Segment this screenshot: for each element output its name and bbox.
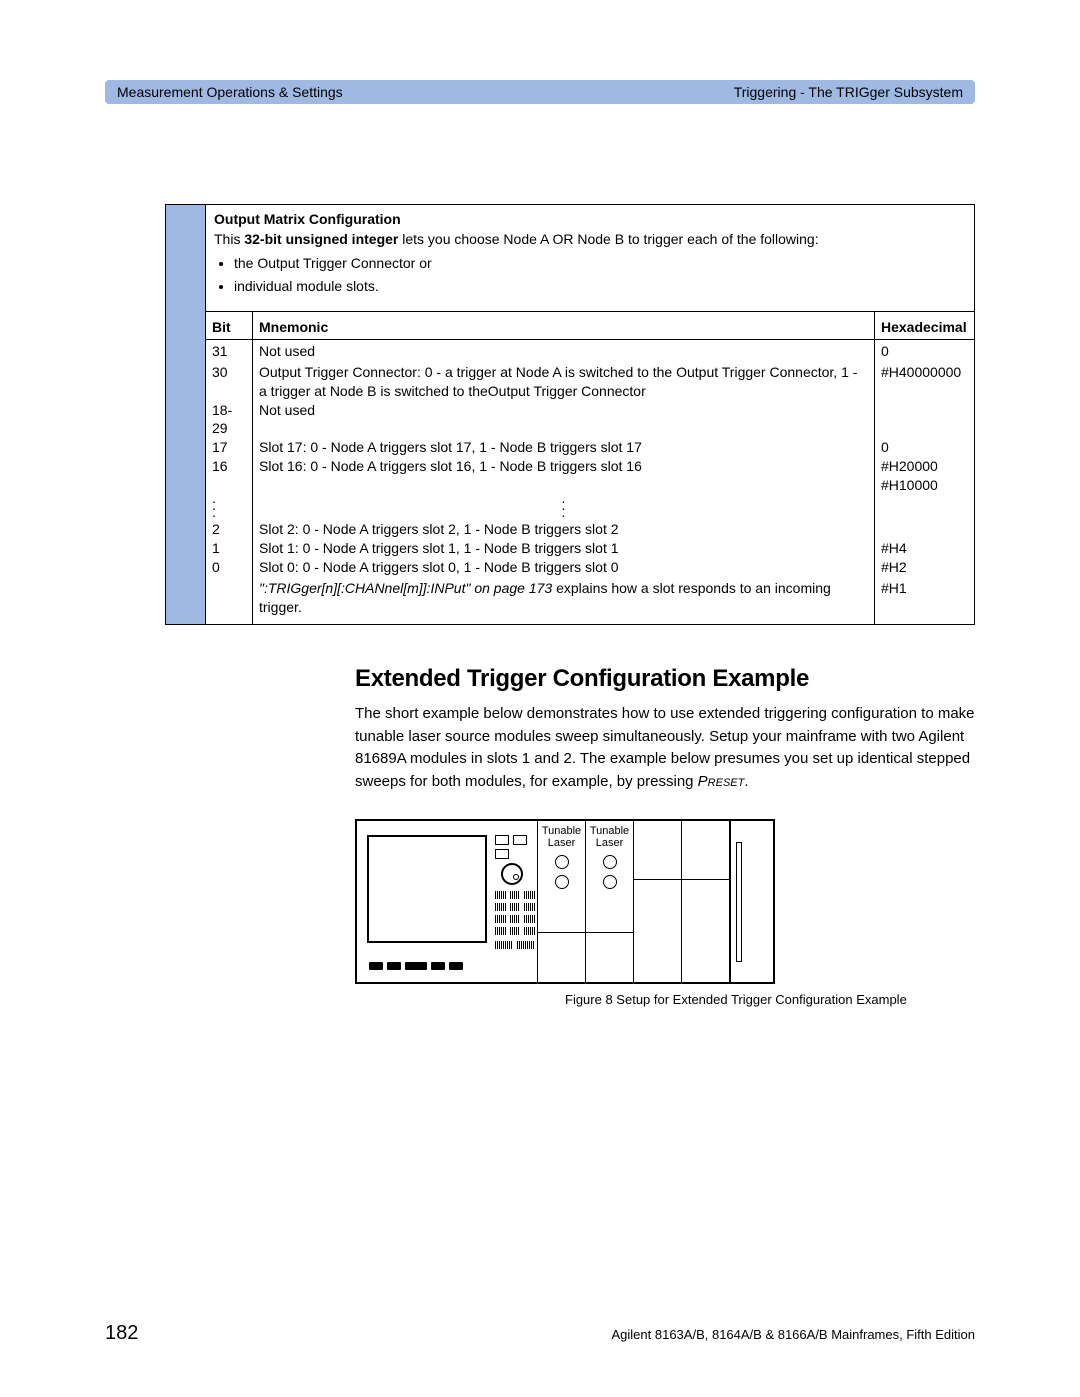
hex-cell [874, 520, 974, 539]
bit-cell: 1 [206, 539, 253, 558]
slot-1: TunableLaser [538, 821, 586, 982]
mnemonic-cell: Not used [253, 401, 874, 439]
intro-block: Output Matrix Configuration This 32-bit … [206, 205, 974, 311]
intro-bullet: individual module slots. [234, 276, 966, 297]
section-heading: Extended Trigger Configuration Example [355, 665, 975, 693]
section-body-post: . [744, 773, 748, 790]
section-body-pre: The short example below demonstrates how… [355, 705, 975, 790]
hex-cell [874, 495, 974, 520]
page-header: Measurement Operations & Settings Trigge… [105, 80, 975, 104]
section-body-preset: Preset [698, 773, 745, 790]
hex-cell: 0 [874, 438, 974, 457]
intro-lead-bold: 32-bit unsigned integer [244, 231, 398, 247]
hex-cell: #H2 [874, 558, 974, 577]
hex-cell: #H1 [874, 577, 974, 625]
slot-empty [634, 821, 682, 982]
figure-8: TunableLaser TunableLaser Figure 8 Setup… [355, 819, 975, 1007]
mnemonic-cell: Not used [253, 339, 874, 363]
config-table: Output Matrix Configuration This 32-bit … [165, 204, 975, 625]
page-footer: 182 Agilent 8163A/B, 8164A/B & 8166A/B M… [105, 1322, 975, 1345]
bit-cell: 30 [206, 363, 253, 401]
hex-cell: #H40000000 [874, 363, 974, 401]
col-header-hex: Hexadecimal [874, 311, 974, 339]
hex-cell: #H20000 [874, 457, 974, 476]
bit-cell: 17 [206, 438, 253, 457]
device-endcap-icon [730, 821, 746, 982]
intro-lead: This 32-bit unsigned integer lets you ch… [214, 231, 966, 247]
slot-label: TunableLaser [588, 825, 631, 849]
slot-2: TunableLaser [586, 821, 634, 982]
device-illustration: TunableLaser TunableLaser [355, 819, 775, 984]
vertical-dots-icon: ... [253, 495, 874, 520]
knob-icon [501, 863, 523, 885]
port-icon [555, 875, 569, 889]
vertical-dots-icon: ... [206, 495, 253, 520]
bit-cell: 2 [206, 520, 253, 539]
mnemonic-cell: ":TRIGger[n][:CHANnel[m]]:INPut" on page… [253, 577, 874, 625]
mnemonic-cell: Slot 2: 0 - Node A triggers slot 2, 1 - … [253, 520, 874, 539]
page-number: 182 [105, 1322, 138, 1345]
col-header-mnemonic: Mnemonic [253, 311, 874, 339]
hex-cell: #H4 [874, 539, 974, 558]
port-icon [603, 875, 617, 889]
header-right: Triggering - The TRIGger Subsystem [734, 84, 963, 100]
footer-text: Agilent 8163A/B, 8164A/B & 8166A/B Mainf… [612, 1327, 976, 1342]
hex-cell: #H10000 [874, 476, 974, 495]
header-left: Measurement Operations & Settings [117, 84, 343, 100]
col-header-bit: Bit [206, 311, 253, 339]
mnemonic-cell: Slot 17: 0 - Node A triggers slot 17, 1 … [253, 438, 874, 457]
intro-lead-post: lets you choose Node A OR Node B to trig… [398, 231, 818, 247]
slot-label: TunableLaser [540, 825, 583, 849]
mnemonic-cell: Slot 0: 0 - Node A triggers slot 0, 1 - … [253, 558, 874, 577]
mnemonic-cell: Output Trigger Connector: 0 - a trigger … [253, 363, 874, 401]
slot-empty [682, 821, 730, 982]
hex-cell: 0 [874, 339, 974, 363]
device-screen-icon [367, 835, 487, 943]
port-icon [603, 855, 617, 869]
hex-cell [874, 401, 974, 439]
bit-cell: 18-29 [206, 401, 253, 439]
section-extended-trigger: Extended Trigger Configuration Example T… [355, 665, 975, 793]
mnemonic-cell: Slot 16: 0 - Node A triggers slot 16, 1 … [253, 457, 874, 476]
mnemonic-ref: ":TRIGger[n][:CHANnel[m]]:INPut" on page… [259, 580, 552, 596]
intro-bullet: the Output Trigger Connector or [234, 253, 966, 274]
section-body: The short example below demonstrates how… [355, 703, 975, 793]
intro-title: Output Matrix Configuration [214, 211, 966, 227]
port-icon [555, 855, 569, 869]
mnemonic-cell: Slot 1: 0 - Node A triggers slot 1, 1 - … [253, 539, 874, 558]
bit-cell: 16 [206, 457, 253, 476]
intro-lead-pre: This [214, 231, 244, 247]
figure-caption: Figure 8 Setup for Extended Trigger Conf… [565, 992, 975, 1007]
bit-cell: 31 [206, 339, 253, 363]
table-side-accent [166, 205, 206, 624]
bit-cell [206, 577, 253, 625]
bit-cell: 0 [206, 558, 253, 577]
